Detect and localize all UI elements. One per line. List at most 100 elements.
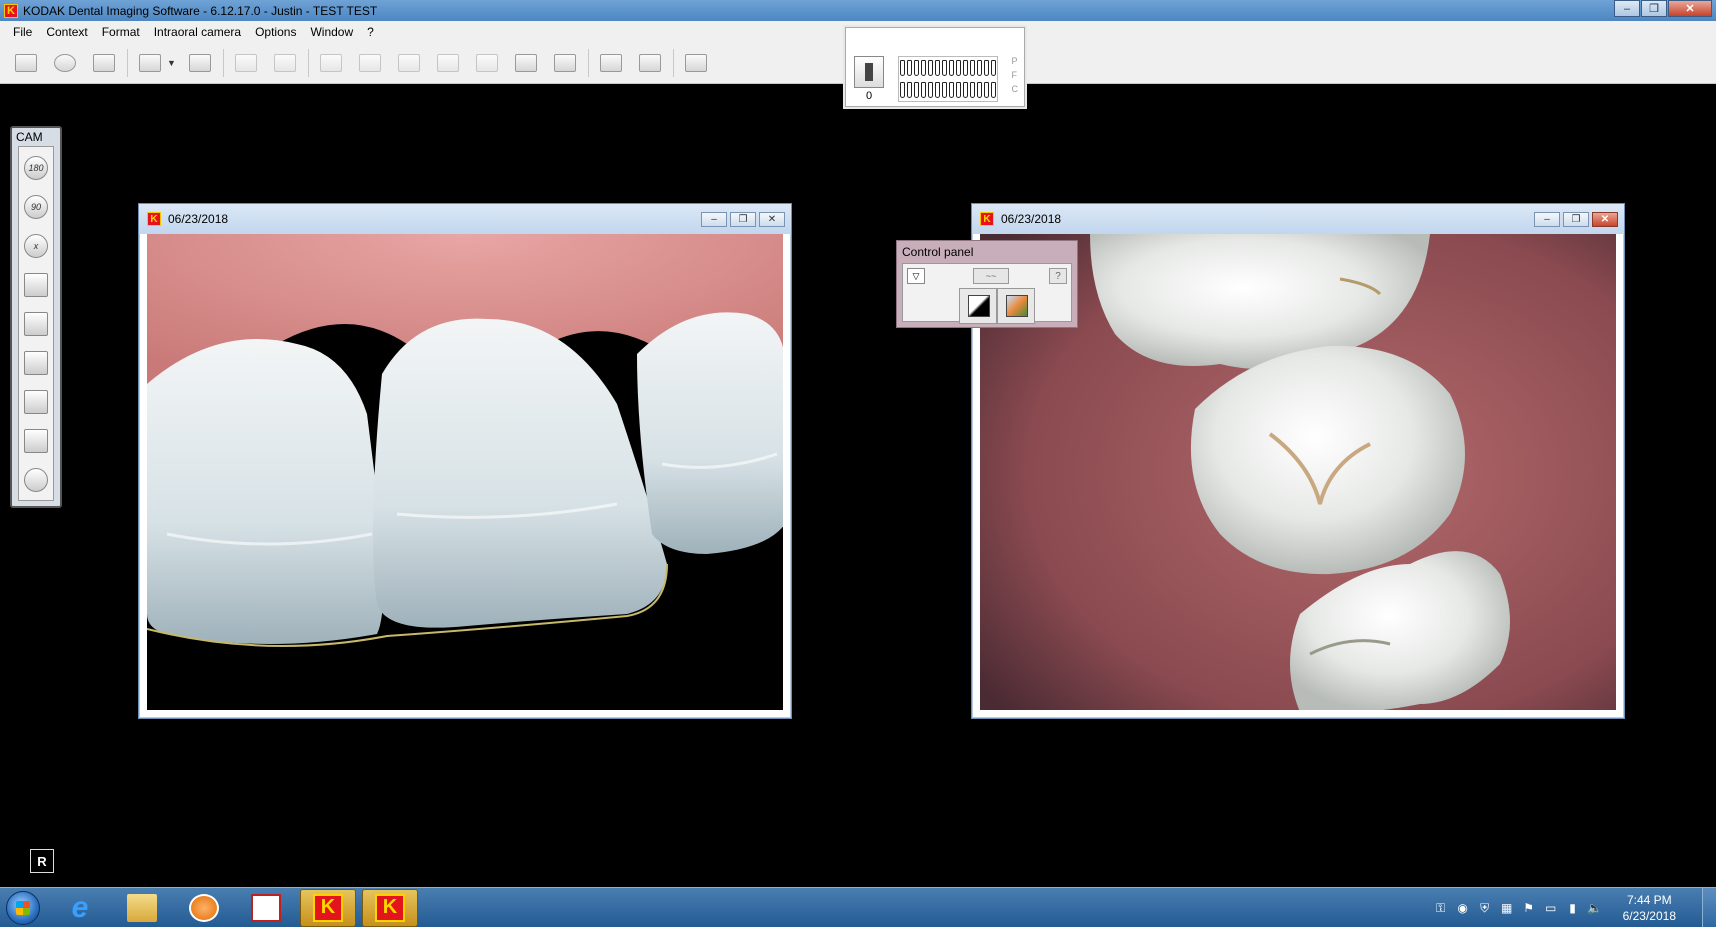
start-button[interactable]	[0, 888, 46, 927]
camera-icon	[553, 53, 576, 72]
menu-window[interactable]: Window	[303, 25, 360, 39]
acquisition-button[interactable]	[88, 48, 120, 78]
maximize-button[interactable]: ❐	[1563, 212, 1589, 227]
toolbar-separator	[672, 48, 674, 77]
rotate-180-button[interactable]: 180	[21, 151, 51, 185]
layout-icon	[139, 53, 161, 72]
toolbar-separator	[127, 48, 128, 77]
tooth-icon	[900, 60, 905, 76]
cr-button[interactable]	[471, 48, 503, 78]
open-cd-button[interactable]	[49, 48, 81, 78]
r-indicator[interactable]: R	[30, 849, 54, 873]
rotate-180-icon: 180	[24, 156, 48, 180]
show-desktop-button[interactable]	[1702, 888, 1716, 927]
selection-button[interactable]	[21, 424, 51, 458]
system-tray: ⚿ ◉ ⛨ ▦ ⚑ ▭ ▮ 🔈 7:44 PM 6/23/2018	[1433, 888, 1676, 927]
camera-button[interactable]	[549, 48, 581, 78]
folder-icon	[127, 893, 157, 922]
mirror-icon: x	[24, 234, 48, 258]
maximize-button[interactable]: ❐	[730, 212, 756, 227]
image-date: 06/23/2018	[168, 212, 229, 226]
taskbar-grid-app[interactable]	[238, 889, 294, 927]
tooth-icon	[991, 82, 996, 98]
transfer-button[interactable]	[184, 48, 216, 78]
handpiece-icon[interactable]	[854, 56, 884, 88]
presentation-button[interactable]	[634, 48, 666, 78]
panoramic-icon	[358, 53, 381, 72]
exit-button[interactable]	[680, 48, 712, 78]
window-title: KODAK Dental Imaging Software - 6.12.17.…	[23, 3, 378, 18]
view-button[interactable]	[21, 346, 51, 380]
menu-help[interactable]: ?	[360, 25, 381, 39]
taskbar-kodak-1[interactable]: K	[300, 888, 356, 927]
taskbar-internet-explorer[interactable]: e	[52, 889, 108, 927]
email-button[interactable]	[230, 48, 262, 78]
intraoral-image-front-teeth[interactable]	[147, 234, 783, 710]
taskbar-kodak-2[interactable]: K	[362, 888, 418, 927]
color-balance-button[interactable]	[997, 288, 1035, 324]
crop-icon	[24, 390, 48, 414]
rotate-90-button[interactable]: 90	[21, 190, 51, 224]
letter-p: P	[1011, 56, 1018, 66]
minimize-button[interactable]: –	[1534, 212, 1560, 227]
close-button[interactable]: ✕	[1592, 212, 1618, 227]
volume-icon[interactable]: 🔈	[1587, 900, 1603, 916]
lips-button[interactable]	[21, 463, 51, 497]
open-folder-button[interactable]	[10, 48, 42, 78]
intraoral-xray-icon	[319, 53, 342, 72]
tooth-tool-button[interactable]	[510, 48, 542, 78]
menu-context[interactable]: Context	[39, 25, 94, 39]
image-window-controls: – ❐ ✕	[698, 212, 785, 227]
menu-file[interactable]: File	[6, 25, 39, 39]
chevron-down-icon: ▽	[912, 270, 920, 281]
presentation-icon	[638, 53, 661, 72]
control-panel-help-button[interactable]: ?	[1049, 268, 1067, 284]
menu-options[interactable]: Options	[248, 25, 303, 39]
security-tray-icon[interactable]: ⛨	[1477, 900, 1493, 916]
control-panel-dropdown[interactable]: ▽	[907, 268, 925, 284]
photo-button[interactable]	[432, 48, 464, 78]
panoramic-button[interactable]	[354, 48, 386, 78]
contrast-button[interactable]	[959, 288, 997, 324]
cam-tool-palette[interactable]: CAM 180 90 x	[10, 126, 62, 508]
camera-tray-icon[interactable]: ◉	[1455, 900, 1471, 916]
intraoral-xray-button[interactable]	[315, 48, 347, 78]
slide-button[interactable]	[595, 48, 627, 78]
layout-dropdown-arrow-icon[interactable]: ▼	[167, 58, 176, 68]
minimize-button[interactable]: –	[701, 212, 727, 227]
menu-format[interactable]: Format	[95, 25, 147, 39]
flip-button[interactable]	[21, 268, 51, 302]
cd-icon	[54, 53, 76, 72]
menu-intraoral-camera[interactable]: Intraoral camera	[147, 25, 248, 39]
envelope-icon	[234, 53, 257, 72]
crop-button[interactable]	[21, 385, 51, 419]
image-window-left[interactable]: K 06/23/2018 – ❐ ✕	[138, 203, 792, 719]
mirror-button[interactable]: x	[21, 229, 51, 263]
draw-button[interactable]	[21, 307, 51, 341]
layout-button[interactable]	[134, 48, 166, 78]
image-date: 06/23/2018	[1001, 212, 1062, 226]
close-button[interactable]: ✕	[1668, 0, 1712, 17]
close-button[interactable]: ✕	[759, 212, 785, 227]
clock[interactable]: 7:44 PM 6/23/2018	[1623, 892, 1676, 924]
action-center-icon[interactable]: ⚑	[1521, 900, 1537, 916]
taskbar-file-explorer[interactable]	[114, 889, 170, 927]
control-panel-curve-button[interactable]: ~~	[973, 268, 1009, 284]
network-tray-icon[interactable]: ▦	[1499, 900, 1515, 916]
signal-tray-icon[interactable]: ▮	[1565, 900, 1581, 916]
minimize-button[interactable]: –	[1614, 0, 1640, 17]
key-icon[interactable]: ⚿	[1433, 900, 1449, 916]
cephalometric-button[interactable]	[393, 48, 425, 78]
taskbar-media-player[interactable]	[176, 889, 232, 927]
odontogram-widget[interactable]: 0 P F C	[845, 27, 1025, 107]
image-window-title-bar[interactable]: K 06/23/2018 – ❐ ✕	[139, 204, 791, 234]
taskbar: e K K ⚿ ◉ ⛨ ▦ ⚑ ▭ ▮ 🔈 7:44 PM 6/23/2018	[0, 887, 1716, 927]
control-panel[interactable]: Control panel ▽ ~~ ?	[896, 240, 1078, 328]
tooth-chart[interactable]	[898, 56, 998, 102]
maximize-button[interactable]: ❐	[1641, 0, 1667, 17]
image-window-controls: – ❐ ✕	[1531, 212, 1618, 227]
print-button[interactable]	[269, 48, 301, 78]
display-tray-icon[interactable]: ▭	[1543, 900, 1559, 916]
image-window-title-bar[interactable]: K 06/23/2018 – ❐ ✕	[972, 204, 1624, 234]
kodak-app-icon[interactable]: K	[4, 3, 18, 18]
